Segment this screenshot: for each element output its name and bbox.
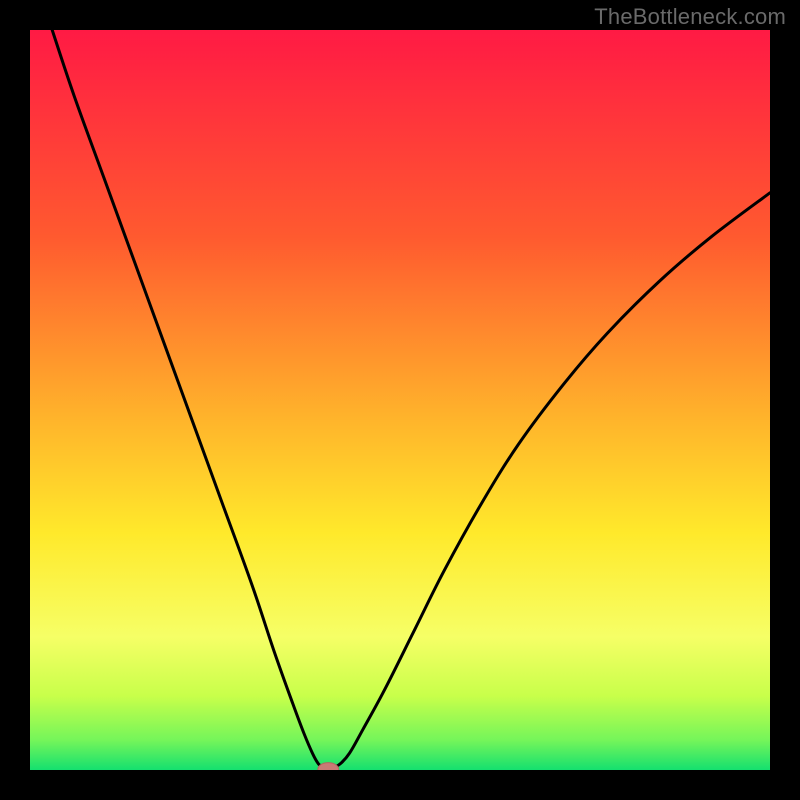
chart-svg xyxy=(30,30,770,770)
watermark-text: TheBottleneck.com xyxy=(594,4,786,30)
chart-frame: { "watermark": "TheBottleneck.com", "col… xyxy=(0,0,800,800)
plot-area xyxy=(30,30,770,770)
